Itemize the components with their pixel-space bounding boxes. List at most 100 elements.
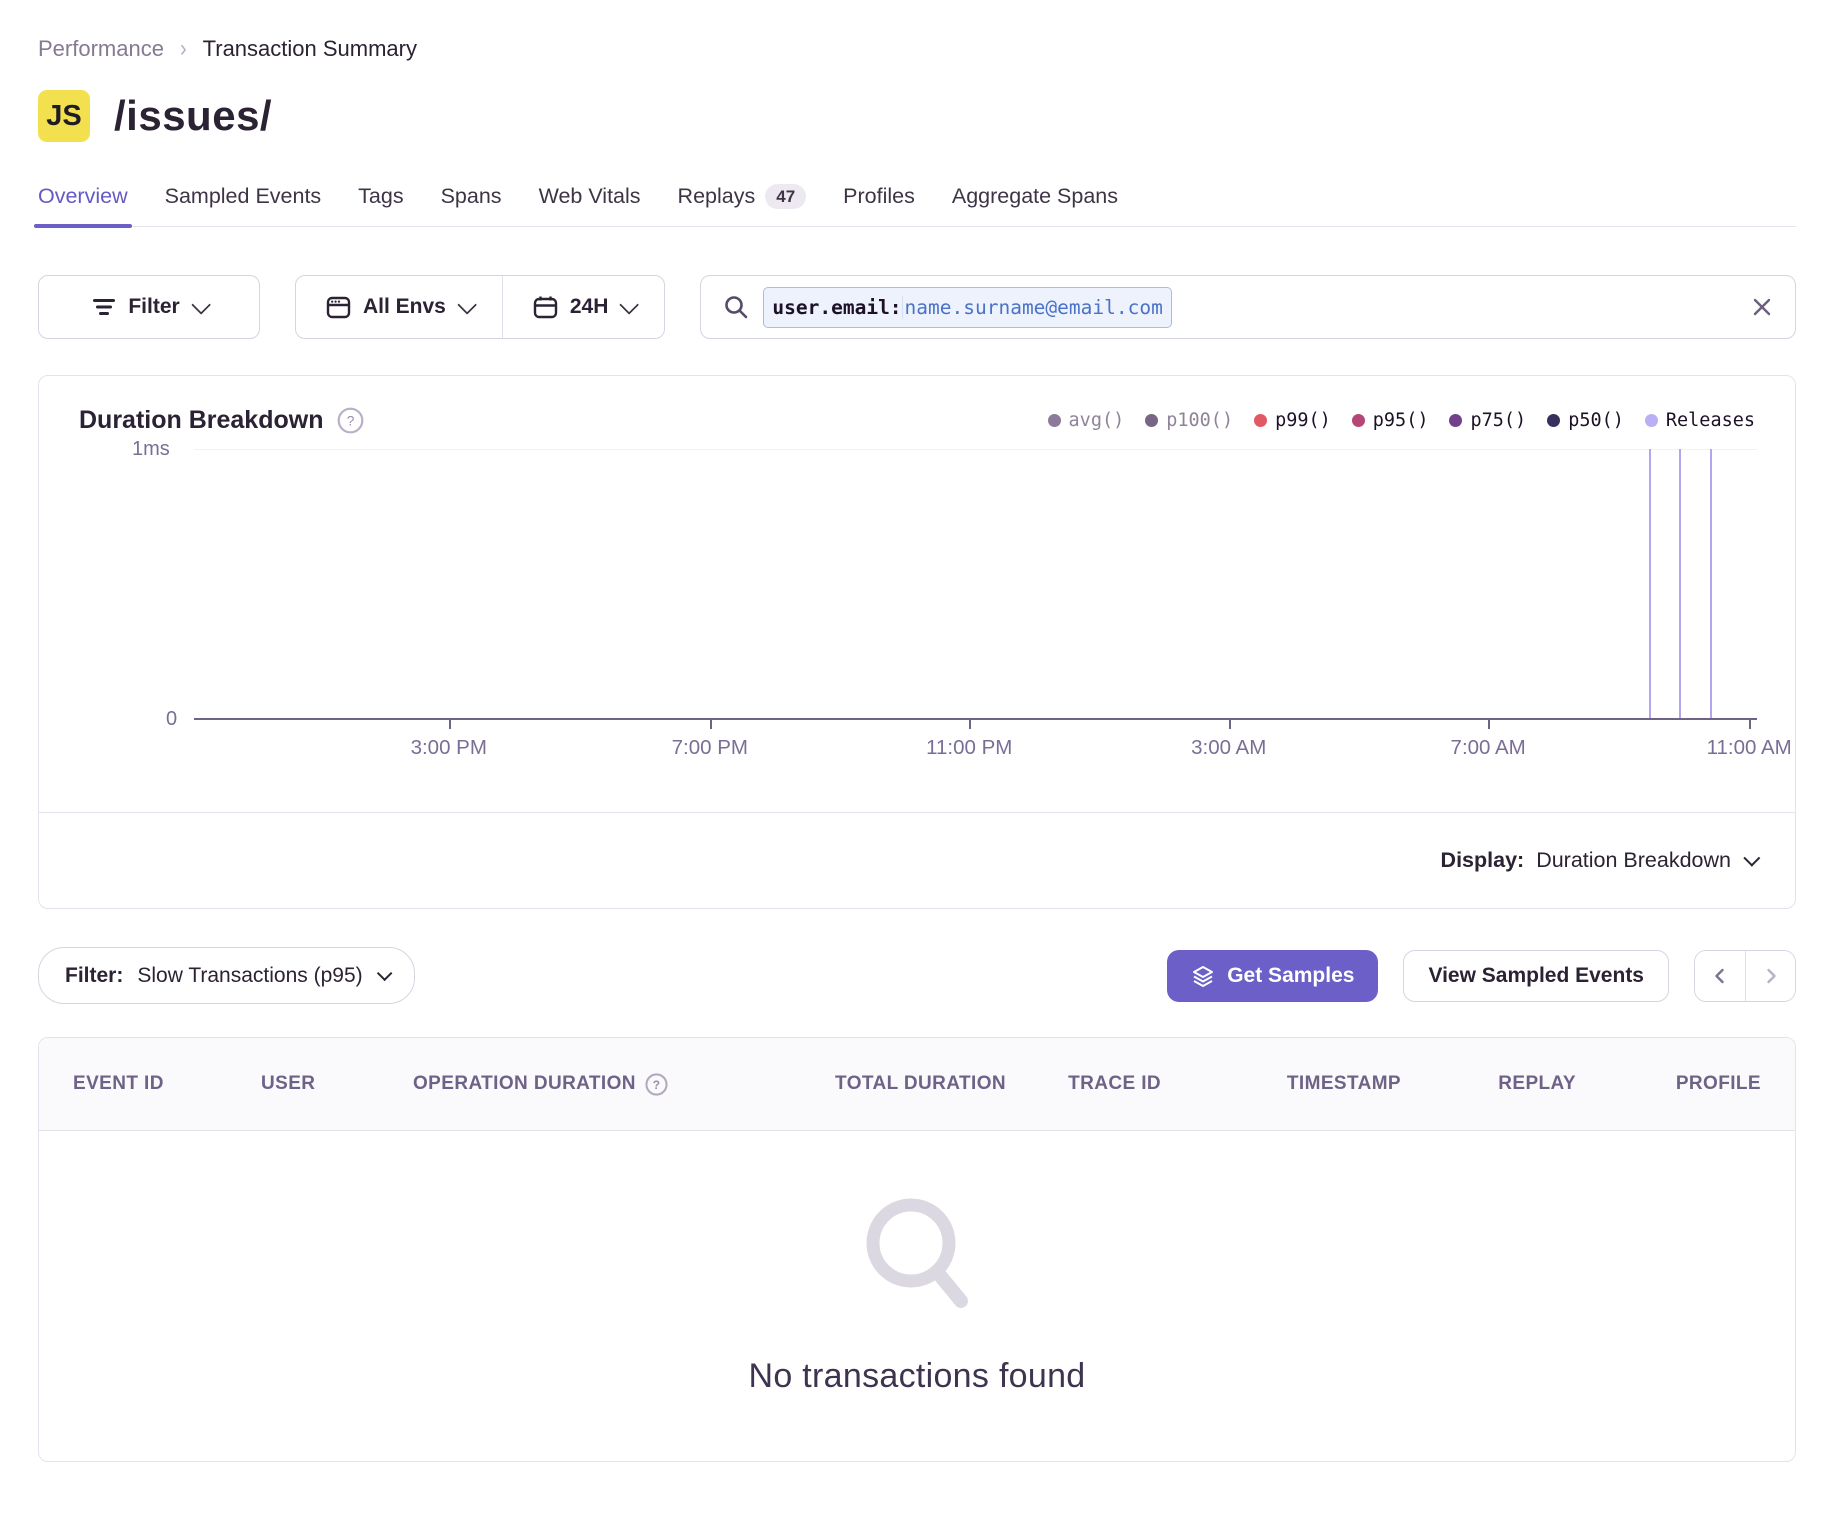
legend-dot: [1547, 414, 1560, 427]
transactions-filter-value: Slow Transactions (p95): [137, 964, 362, 988]
layers-icon: [1191, 964, 1215, 988]
pagination: [1694, 950, 1796, 1002]
chart-plot-area[interactable]: 1ms 0: [194, 449, 1757, 720]
legend-item-releases[interactable]: Releases: [1645, 410, 1755, 431]
previous-page-button[interactable]: [1695, 951, 1745, 1001]
x-tick-label: 7:00 PM: [672, 736, 748, 760]
chevron-down-icon: [376, 966, 392, 982]
chevron-left-icon: [1711, 967, 1729, 985]
svg-text:?: ?: [653, 1077, 661, 1091]
x-axis-tick: [710, 720, 712, 729]
column-event-id: EVENT ID: [73, 1073, 261, 1095]
duration-breakdown-panel: Duration Breakdown ? avg() p100() p99() …: [38, 375, 1796, 909]
empty-state: No transactions found: [39, 1131, 1795, 1461]
legend-dot: [1254, 414, 1267, 427]
chart-header: Duration Breakdown ? avg() p100() p99() …: [39, 376, 1795, 435]
y-axis-zero-label: 0: [166, 708, 177, 731]
environment-selector[interactable]: All Envs: [296, 276, 502, 338]
column-timestamp: TIMESTAMP: [1161, 1073, 1401, 1095]
actions-right-group: Get Samples View Sampled Events: [1167, 950, 1796, 1002]
legend-dot: [1048, 414, 1061, 427]
legend-item-avg[interactable]: avg(): [1048, 410, 1125, 431]
help-icon[interactable]: ?: [337, 407, 364, 434]
legend-item-p75[interactable]: p75(): [1449, 410, 1526, 431]
x-axis-tick: [969, 720, 971, 729]
help-icon[interactable]: ?: [645, 1073, 668, 1096]
legend-item-p50[interactable]: p50(): [1547, 410, 1624, 431]
legend-dot: [1145, 414, 1158, 427]
table-header-row: EVENT ID USER OPERATION DURATION ? TOTAL…: [39, 1038, 1795, 1131]
x-tick-label: 7:00 AM: [1451, 736, 1526, 760]
x-axis-tick: [1749, 720, 1751, 729]
clear-search-button[interactable]: [1751, 296, 1773, 318]
transactions-filter-label: Filter:: [65, 964, 123, 988]
x-tick-label: 11:00 PM: [926, 736, 1012, 760]
chevron-down-icon: [457, 295, 477, 315]
transactions-table: EVENT ID USER OPERATION DURATION ? TOTAL…: [38, 1037, 1796, 1462]
filter-button[interactable]: Filter: [38, 275, 260, 339]
magnifier-empty-icon: [861, 1197, 973, 1319]
release-marker-line[interactable]: [1649, 449, 1651, 720]
tab-aggregate-spans[interactable]: Aggregate Spans: [952, 184, 1118, 226]
calendar-icon: [533, 295, 558, 320]
y-axis-max-label: 1ms: [132, 438, 170, 461]
legend-dot: [1449, 414, 1462, 427]
env-date-picker-group: All Envs 24H: [295, 275, 665, 339]
legend-dot: [1645, 414, 1658, 427]
legend-item-p95[interactable]: p95(): [1352, 410, 1429, 431]
column-replay: REPLAY: [1401, 1073, 1576, 1095]
x-axis-line: [194, 718, 1757, 720]
transactions-actions-row: Filter: Slow Transactions (p95) Get Samp…: [38, 947, 1796, 1004]
chart-title: Duration Breakdown: [79, 406, 323, 435]
column-operation-duration: OPERATION DURATION ?: [413, 1073, 771, 1096]
close-icon: [1751, 296, 1773, 318]
search-icon: [723, 294, 749, 320]
tab-spans[interactable]: Spans: [441, 184, 502, 226]
tab-profiles[interactable]: Profiles: [843, 184, 915, 226]
empty-state-text: No transactions found: [748, 1357, 1085, 1396]
tab-sampled-events[interactable]: Sampled Events: [165, 184, 322, 226]
release-marker-line[interactable]: [1679, 449, 1681, 720]
view-sampled-events-button[interactable]: View Sampled Events: [1403, 950, 1669, 1002]
search-input[interactable]: user.email: name.surname@email.com: [700, 275, 1796, 339]
x-axis-tick: [1229, 720, 1231, 729]
column-total-duration: TOTAL DURATION: [771, 1073, 1006, 1095]
column-user: USER: [261, 1073, 413, 1095]
tab-tags[interactable]: Tags: [358, 184, 403, 226]
svg-text:?: ?: [347, 413, 355, 429]
breadcrumb: Performance › Transaction Summary: [38, 0, 1796, 62]
tab-replays[interactable]: Replays 47: [678, 184, 807, 226]
transactions-filter-dropdown[interactable]: Filter: Slow Transactions (p95): [38, 947, 415, 1004]
tab-bar: Overview Sampled Events Tags Spans Web V…: [38, 184, 1796, 227]
release-marker-line[interactable]: [1710, 449, 1712, 720]
replays-count-badge: 47: [765, 184, 806, 209]
x-axis-tick: [1488, 720, 1490, 729]
display-value: Duration Breakdown: [1536, 848, 1731, 873]
filter-toolbar: Filter All Envs 24H: [38, 275, 1796, 339]
legend-item-p100[interactable]: p100(): [1145, 410, 1233, 431]
tab-web-vitals[interactable]: Web Vitals: [539, 184, 641, 226]
chart-legend: avg() p100() p99() p95() p75() p50() Rel…: [1048, 410, 1755, 431]
display-label: Display:: [1441, 848, 1525, 873]
transaction-summary-page: Performance › Transaction Summary JS /is…: [0, 0, 1834, 1462]
get-samples-button[interactable]: Get Samples: [1167, 950, 1378, 1002]
display-selector[interactable]: Display: Duration Breakdown: [39, 813, 1795, 908]
x-tick-label: 3:00 PM: [411, 736, 487, 760]
search-filter-token[interactable]: user.email: name.surname@email.com: [763, 287, 1171, 328]
chevron-down-icon: [620, 295, 640, 315]
next-page-button[interactable]: [1745, 951, 1795, 1001]
breadcrumb-performance[interactable]: Performance: [38, 36, 164, 62]
breadcrumb-current: Transaction Summary: [203, 36, 417, 62]
column-trace-id: TRACE ID: [1006, 1073, 1161, 1095]
window-icon: [326, 295, 351, 320]
column-profile: PROFILE: [1576, 1073, 1761, 1095]
chevron-right-icon: [1762, 967, 1780, 985]
x-tick-label: 11:00 AM: [1707, 736, 1792, 760]
gridline: [194, 449, 1757, 450]
x-tick-label: 3:00 AM: [1191, 736, 1266, 760]
legend-item-p99[interactable]: p99(): [1254, 410, 1331, 431]
chevron-down-icon: [191, 295, 211, 315]
tab-overview[interactable]: Overview: [38, 184, 128, 226]
search-token-value: name.surname@email.com: [902, 296, 1171, 319]
date-range-selector[interactable]: 24H: [502, 276, 665, 338]
